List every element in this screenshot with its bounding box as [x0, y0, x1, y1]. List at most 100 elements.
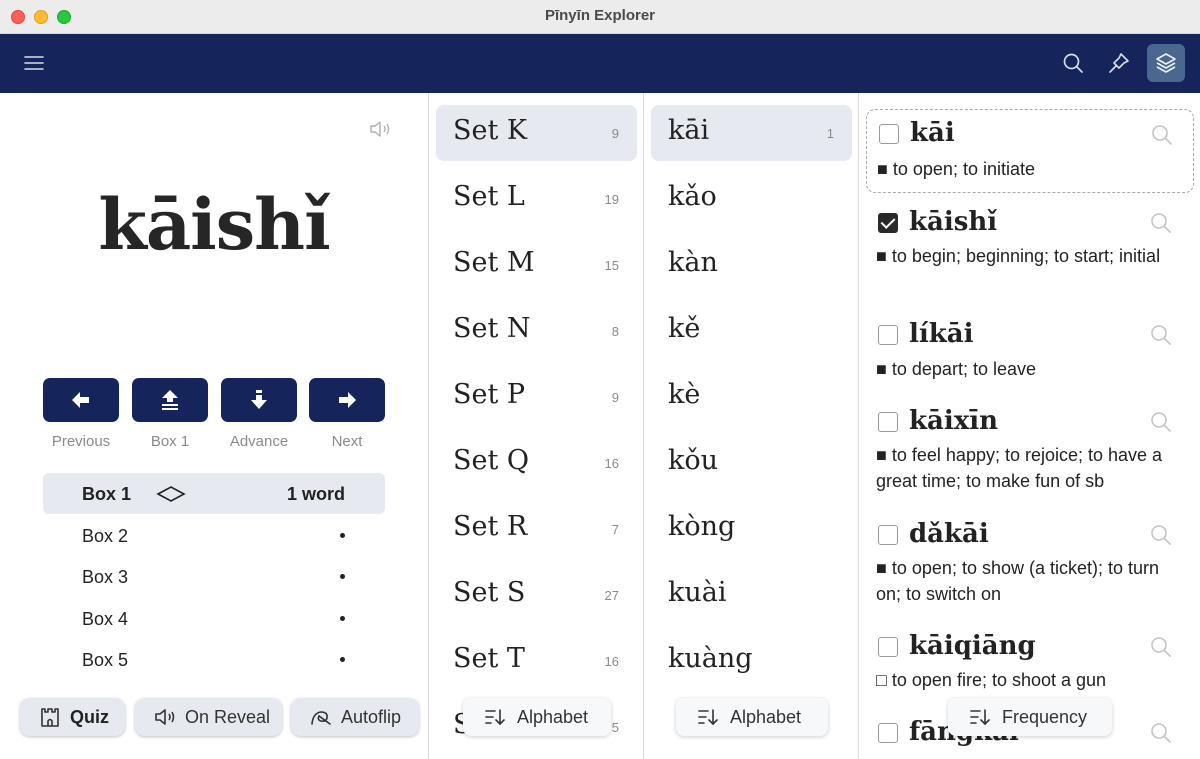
definition-text: to open; to initiate	[892, 159, 1035, 179]
word-checkbox[interactable]	[878, 723, 898, 743]
window-title: Pīnyīn Explorer	[544, 7, 656, 24]
word-checkbox[interactable]	[879, 124, 899, 144]
search-icon[interactable]	[1149, 635, 1173, 659]
syllable-label: kuàng	[668, 643, 753, 674]
syllable-label: kàn	[668, 247, 718, 278]
word-definition: ■ to begin; beginning; to start; initial	[876, 243, 1186, 269]
advance-button[interactable]	[221, 378, 297, 422]
box-name: Box 4	[82, 609, 129, 629]
search-icon[interactable]	[1149, 323, 1173, 347]
syllable-item[interactable]: kāi 1	[651, 105, 852, 161]
speaker-icon[interactable]	[369, 119, 393, 139]
menu-button[interactable]	[15, 44, 53, 82]
search-button[interactable]	[1054, 44, 1092, 82]
word-entry[interactable]: kāiqiāng □ to open fire; to shoot a gun	[866, 623, 1194, 703]
word-checkbox[interactable]	[878, 412, 898, 432]
word-entry[interactable]: dǎkāi ■ to open; to show (a ticket); to …	[866, 511, 1194, 611]
word-checkbox[interactable]	[878, 637, 898, 657]
previous-button[interactable]	[43, 378, 119, 422]
set-item[interactable]: Set P 9	[436, 369, 637, 425]
syllable-label: kě	[668, 313, 701, 344]
set-item[interactable]: Set Q 16	[436, 435, 637, 491]
set-item[interactable]: Set R 7	[436, 501, 637, 557]
word-checkbox[interactable]	[878, 213, 898, 233]
set-label: Set R	[453, 511, 528, 542]
search-icon[interactable]	[1149, 211, 1173, 235]
syllables-sort-label: Alphabet	[730, 706, 802, 727]
syllable-label: kǎo	[668, 181, 717, 212]
arrow-right-icon	[339, 392, 356, 408]
word-definition: ■ to open; to initiate	[877, 156, 1187, 182]
set-count: 19	[604, 192, 619, 207]
flashcard-word: kāishǐ	[98, 183, 330, 266]
advance-label: Advance	[229, 433, 289, 450]
syllable-item[interactable]: kòng	[651, 501, 852, 557]
syllable-label: kuài	[668, 577, 727, 608]
word-definition: ■ to feel happy; to rejoice; to have a g…	[876, 442, 1186, 494]
syllable-item[interactable]: kuài	[651, 567, 852, 623]
word-entry[interactable]: kāishǐ ■ to begin; beginning; to start; …	[866, 199, 1194, 299]
set-label: Set Q	[453, 445, 530, 476]
box-row-2[interactable]: Box 2	[43, 515, 385, 556]
definition-text: to open; to show (a ticket); to turn on;…	[876, 558, 1160, 604]
next-button[interactable]	[309, 378, 385, 422]
search-icon[interactable]	[1150, 123, 1174, 147]
highlight-button[interactable]	[1100, 44, 1138, 82]
box-dot	[340, 574, 345, 579]
search-icon	[1063, 53, 1083, 73]
definition-marker: ■	[876, 558, 887, 578]
layers-button[interactable]	[1147, 44, 1185, 82]
word-entry[interactable]: kāi ■ to open; to initiate	[866, 109, 1194, 193]
set-item[interactable]: Set L 19	[436, 171, 637, 227]
syllable-item[interactable]: kǎo	[651, 171, 852, 227]
syllable-item[interactable]: kě	[651, 303, 852, 359]
syllable-item[interactable]: kuàng	[651, 633, 852, 689]
words-sort-button[interactable]: Frequency	[948, 698, 1112, 736]
pin-icon	[1109, 53, 1129, 73]
definition-marker: ■	[876, 246, 887, 266]
box-row-3[interactable]: Box 3	[43, 556, 385, 597]
set-label: Set M	[453, 247, 535, 278]
definition-marker: ■	[876, 445, 887, 465]
box-row-5[interactable]: Box 5	[43, 639, 385, 680]
definition-marker: ■	[876, 359, 887, 379]
word-entry[interactable]: kāixīn ■ to feel happy; to rejoice; to h…	[866, 398, 1194, 498]
set-count: 15	[604, 258, 619, 273]
definition-text: to open fire; to shoot a gun	[891, 670, 1107, 690]
set-label: Set P	[453, 379, 526, 410]
word-pinyin: líkāi	[909, 319, 974, 349]
syllable-item[interactable]: kǒu	[651, 435, 852, 491]
syllable-label: kāi	[668, 115, 710, 146]
top-nav-bar	[0, 34, 1200, 93]
sets-sort-button[interactable]: Alphabet	[463, 698, 611, 736]
search-icon[interactable]	[1149, 721, 1173, 745]
box-row-4[interactable]: Box 4	[43, 598, 385, 639]
set-item[interactable]: Set K 9	[436, 105, 637, 161]
set-item[interactable]: Set M 15	[436, 237, 637, 293]
set-item[interactable]: Set N 8	[436, 303, 637, 359]
syllable-item[interactable]: kàn	[651, 237, 852, 293]
set-item[interactable]: Set S 27	[436, 567, 637, 623]
sort-icon	[970, 709, 990, 726]
speaker-icon	[155, 709, 175, 725]
set-count: 27	[604, 588, 619, 603]
word-pinyin: kāixīn	[909, 406, 999, 436]
quiz-button[interactable]: Quiz	[20, 698, 125, 736]
box-row-1[interactable]: Box 1 1 word	[43, 473, 385, 514]
search-icon[interactable]	[1149, 523, 1173, 547]
layers-icon	[1156, 53, 1176, 73]
syllable-item[interactable]: kè	[651, 369, 852, 425]
on-reveal-button[interactable]: On Reveal	[135, 698, 282, 736]
search-icon[interactable]	[1149, 410, 1173, 434]
title-bar: Pīnyīn Explorer	[0, 0, 1200, 34]
word-checkbox[interactable]	[878, 525, 898, 545]
set-item[interactable]: Set T 16	[436, 633, 637, 689]
word-entry[interactable]: líkāi ■ to depart; to leave	[866, 311, 1194, 391]
arrow-left-icon	[72, 392, 89, 408]
syllables-sort-button[interactable]: Alphabet	[676, 698, 828, 736]
sets-column: Set K 9 Set L 19 Set M 15 Set N 8 Set P …	[428, 93, 643, 759]
word-checkbox[interactable]	[878, 325, 898, 345]
autoflip-button[interactable]: Autoflip	[291, 698, 419, 736]
previous-label: Previous	[51, 433, 111, 450]
box1-button[interactable]	[132, 378, 208, 422]
